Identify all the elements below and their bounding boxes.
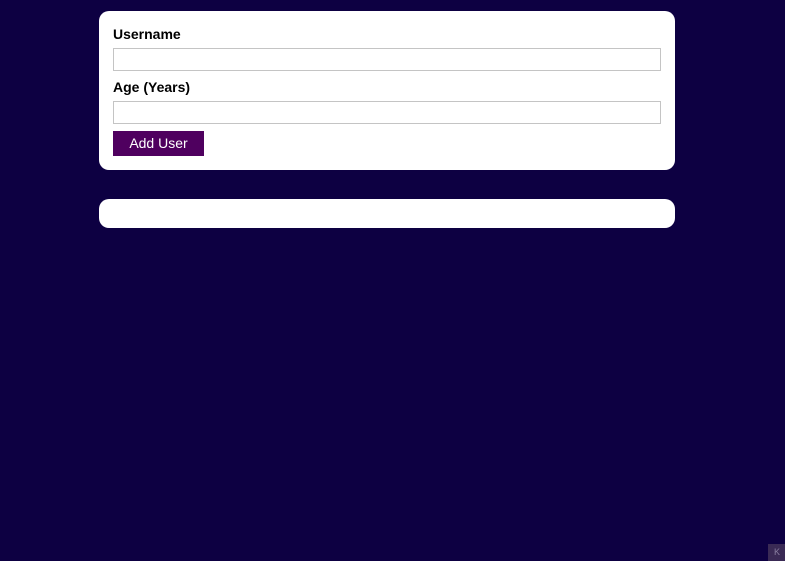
corner-badge: K	[768, 544, 785, 561]
user-list-card	[99, 199, 675, 228]
add-user-form-card: Username Age (Years) Add User	[99, 11, 675, 170]
age-label: Age (Years)	[113, 79, 191, 95]
add-user-button[interactable]: Add User	[113, 131, 204, 156]
username-input[interactable]	[113, 48, 661, 71]
username-label: Username	[113, 26, 181, 42]
age-input[interactable]	[113, 101, 661, 124]
